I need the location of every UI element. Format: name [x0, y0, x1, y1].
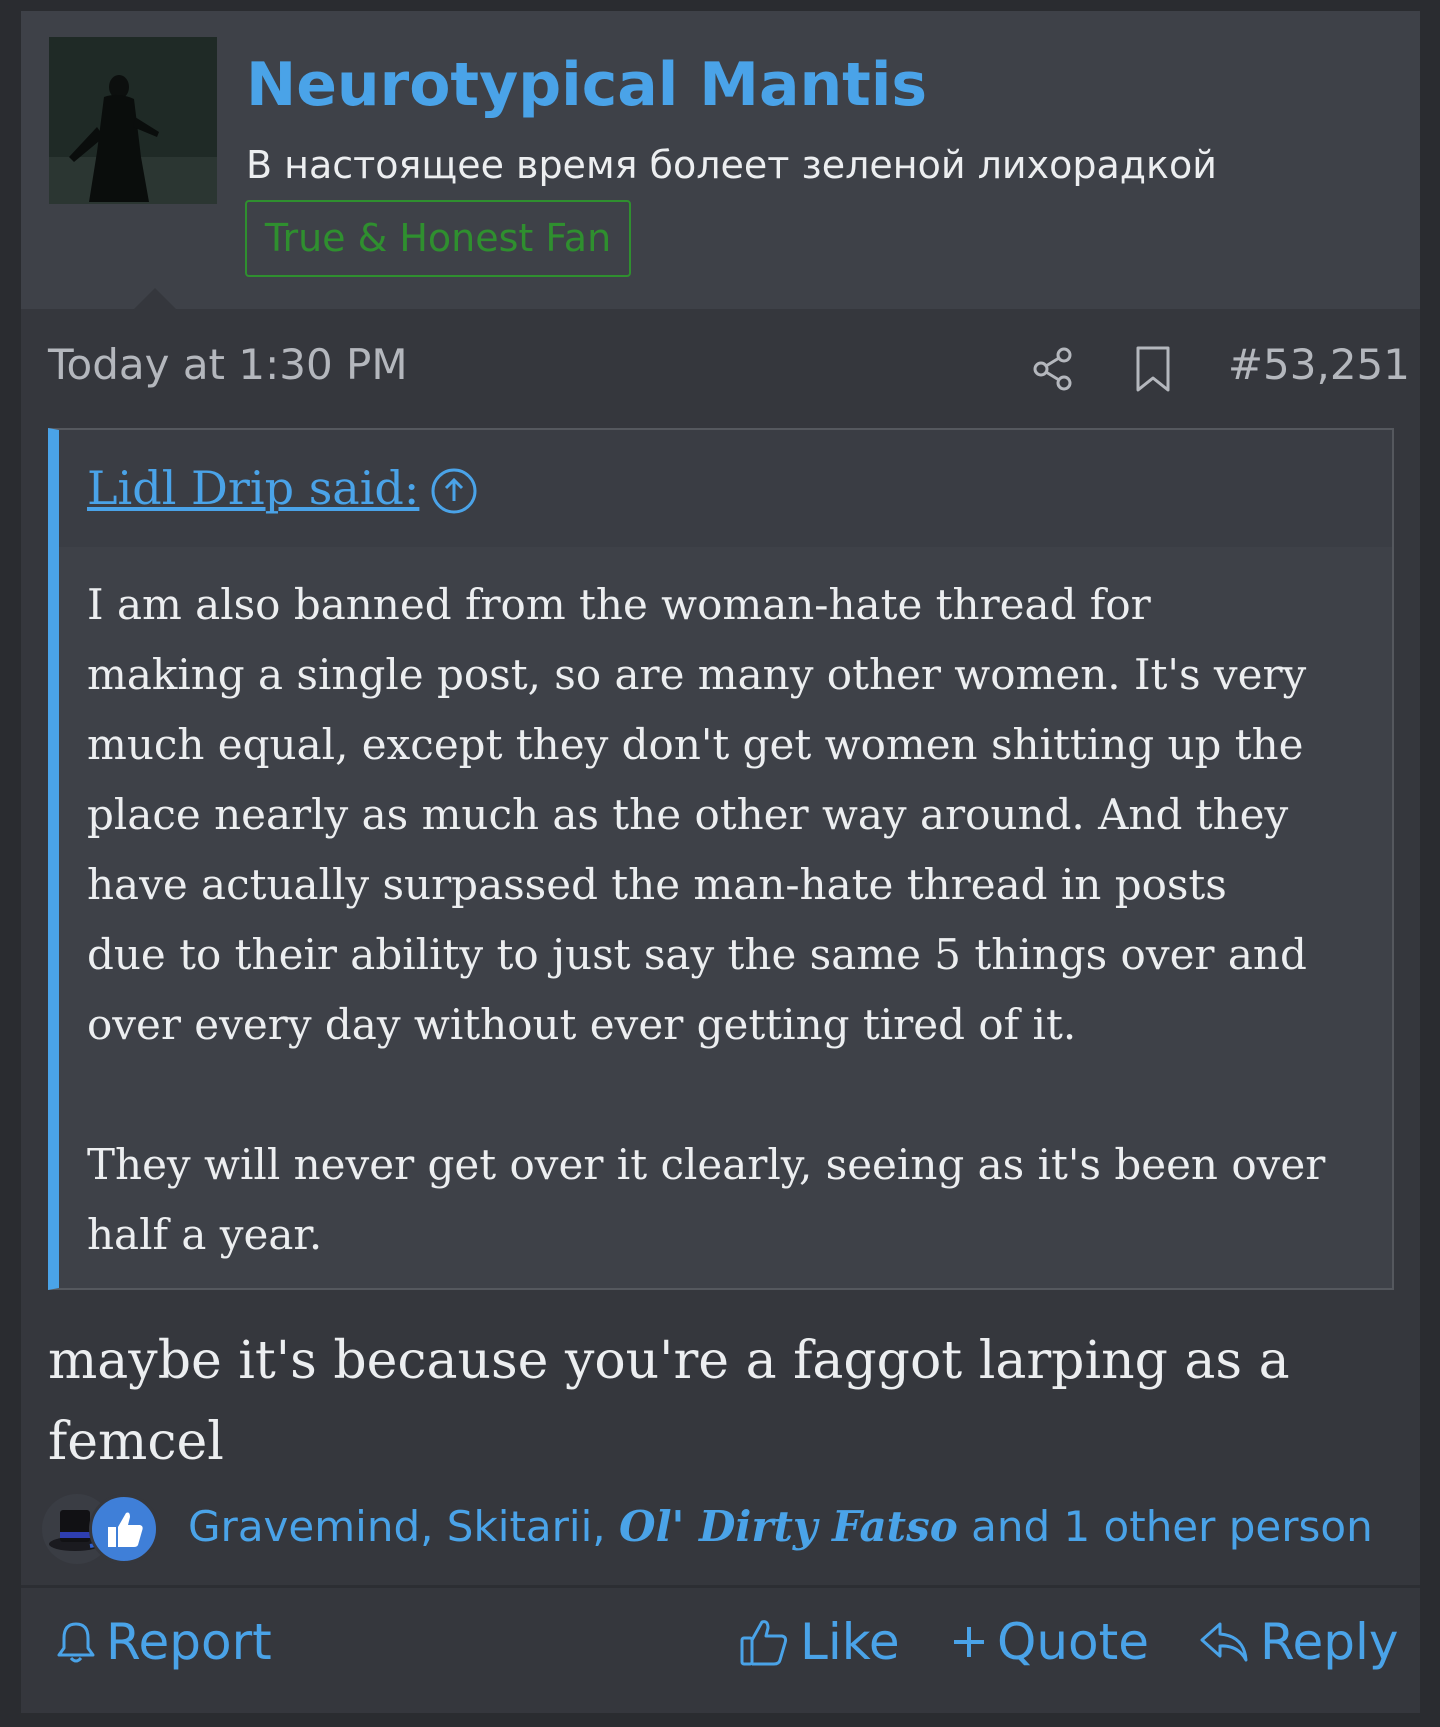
- thumbs-up-icon: [89, 1494, 159, 1564]
- like-button[interactable]: Like: [738, 1606, 900, 1678]
- quote-text: I am also banned from the woman-hate thr…: [87, 570, 1377, 1270]
- avatar[interactable]: [49, 37, 217, 204]
- reaction-name-gothic[interactable]: Ol' Dirty Fatso: [619, 1502, 958, 1551]
- reaction-suffix[interactable]: and 1 other person: [958, 1502, 1373, 1551]
- quote-header: Lidl Drip said:: [59, 430, 1392, 547]
- report-label: Report: [106, 1613, 272, 1671]
- quote-line: place nearly as much as the other way ar…: [87, 790, 1289, 839]
- quote-line: have actually surpassed the man-hate thr…: [87, 860, 1227, 909]
- quote-author-link[interactable]: Lidl Drip said:: [87, 458, 419, 518]
- plus-icon: [954, 1627, 984, 1657]
- reaction-names[interactable]: Gravemind, Skitarii, Ol' Dirty Fatso and…: [188, 1498, 1373, 1556]
- post-message: maybe it's because you're a faggot larpi…: [48, 1321, 1408, 1483]
- post-number[interactable]: #53,251: [1225, 339, 1410, 391]
- reactions-bar[interactable]: Gravemind, Skitarii, Ol' Dirty Fatso and…: [42, 1494, 1402, 1564]
- bell-icon: [57, 1622, 95, 1663]
- quote-line: over every day without ever getting tire…: [87, 1000, 1077, 1049]
- user-banner: True & Honest Fan: [245, 200, 631, 277]
- reply-label: Reply: [1260, 1613, 1399, 1671]
- user-title: В настоящее время болеет зеленой лихорад…: [246, 143, 1217, 187]
- share-icon[interactable]: [1028, 344, 1078, 394]
- divider: [21, 1585, 1420, 1588]
- message-line: femcel: [48, 1412, 224, 1472]
- quote-line: making a single post, so are many other …: [87, 650, 1307, 699]
- bookmark-icon[interactable]: [1130, 344, 1176, 394]
- user-header: Neurotypical Mantis В настоящее время бо…: [21, 11, 1420, 310]
- quote-line: half a year.: [87, 1210, 323, 1259]
- quote-line: due to their ability to just say the sam…: [87, 930, 1307, 979]
- arrow-up-circle-icon[interactable]: [429, 466, 479, 516]
- quote-button[interactable]: Quote: [951, 1606, 1149, 1678]
- quote-block: Lidl Drip said: I am also banned from th…: [48, 428, 1394, 1290]
- quote-line: They will never get over it clearly, see…: [87, 1140, 1326, 1189]
- report-button[interactable]: Report: [56, 1606, 272, 1678]
- post: Neurotypical Mantis В настоящее время бо…: [21, 11, 1420, 1713]
- reaction-names-plain[interactable]: Gravemind, Skitarii,: [188, 1502, 619, 1551]
- username[interactable]: Neurotypical Mantis: [246, 49, 927, 121]
- thumbs-up-outline-icon: [740, 1620, 788, 1666]
- message-line: maybe it's because you're a faggot larpi…: [48, 1331, 1290, 1391]
- quote-line: much equal, except they don't get women …: [87, 720, 1304, 769]
- quote-line: I am also banned from the woman-hate thr…: [87, 580, 1151, 629]
- reply-arrow-icon: [1200, 1622, 1248, 1662]
- quote-label: Quote: [997, 1613, 1150, 1671]
- post-date[interactable]: Today at 1:30 PM: [48, 339, 408, 391]
- like-label: Like: [800, 1613, 900, 1671]
- reply-button[interactable]: Reply: [1198, 1606, 1398, 1678]
